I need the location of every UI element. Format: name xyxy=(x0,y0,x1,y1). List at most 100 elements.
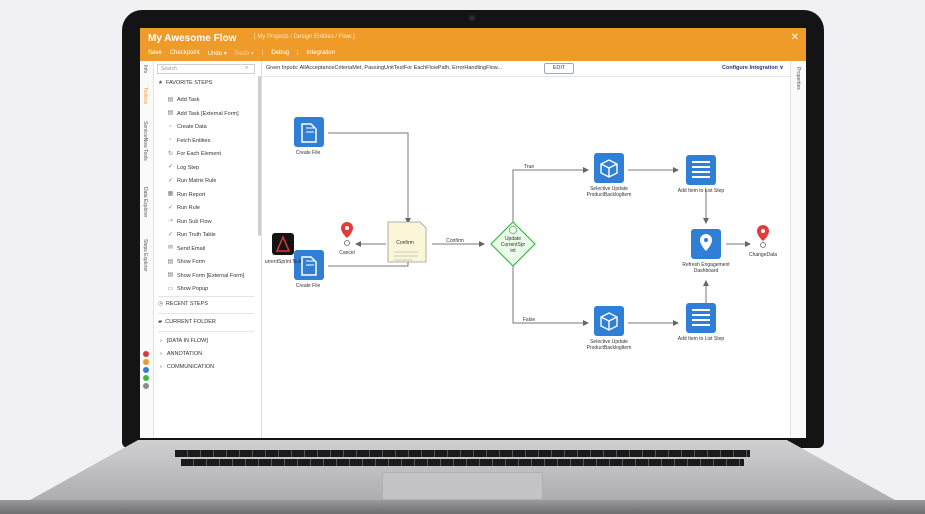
step-label: Run Sub Flow xyxy=(177,218,212,225)
mail-icon: ✉ xyxy=(167,245,174,251)
decision-label-3: int xyxy=(510,248,516,254)
step-label: Show Form [External Form] xyxy=(177,272,245,279)
app-title: My Awesome Flow xyxy=(148,33,237,44)
clock-icon: ◷ xyxy=(158,301,163,307)
create-file-node-top[interactable] xyxy=(294,117,324,147)
step-show-form-external[interactable]: ▤ Show Form [External Form] xyxy=(167,271,245,281)
current-sprint-null-node[interactable] xyxy=(272,233,294,255)
tab-steps-explorer[interactable]: Steps Explorer xyxy=(142,239,148,272)
search-icon[interactable] xyxy=(143,383,149,389)
selective-update-node-bottom[interactable] xyxy=(594,306,624,336)
category-annotation[interactable]: › ANNOTATION xyxy=(160,351,202,357)
category-label: COMMUNICATION xyxy=(166,364,215,370)
left-tab-strip: Info Toolbox ServiceNow Tools Data Explo… xyxy=(140,61,154,438)
step-for-each-element[interactable]: ↻ For Each Element xyxy=(167,149,221,159)
category-label: ANNOTATION xyxy=(166,351,203,357)
app-header: My Awesome Flow [ My Projects / Design E… xyxy=(140,28,806,61)
menu-divider: | xyxy=(261,50,264,56)
key-row xyxy=(181,459,744,466)
given-inputs: Given Inputs: AllAcceptanceCriteriaMet, … xyxy=(266,65,502,71)
folder-icon: ▰ xyxy=(158,319,163,325)
step-send-email[interactable]: ✉ Send Email xyxy=(167,244,205,254)
step-label: Add Task [External Form] xyxy=(177,110,239,117)
step-add-task-external[interactable]: ▤ Add Task [External Form] xyxy=(167,109,239,119)
chevron-right-icon: › xyxy=(160,364,162,370)
redo-button[interactable]: Redo ▾ xyxy=(235,50,254,57)
integration-button[interactable]: Integration xyxy=(307,50,335,57)
edit-button[interactable]: EDIT xyxy=(544,63,574,74)
warning-icon[interactable] xyxy=(143,359,149,365)
step-show-form[interactable]: ▤ Show Form xyxy=(167,257,205,267)
step-label: For Each Element xyxy=(177,151,222,157)
step-fetch-entities[interactable]: ▫ Fetch Entities xyxy=(167,136,210,146)
create-file-label-bottom: Create File xyxy=(295,283,321,289)
selective-update-node-top[interactable] xyxy=(594,153,624,183)
search-input[interactable]: Search xyxy=(157,64,255,74)
change-data-end-node[interactable] xyxy=(757,225,769,248)
recent-steps-label: RECENT STEPS xyxy=(165,301,208,307)
tab-properties[interactable]: Properties xyxy=(795,67,801,90)
connector xyxy=(512,266,589,326)
step-run-sub-flow[interactable]: ⇢ Run Sub Flow xyxy=(167,217,212,227)
current-folder-header[interactable]: ▰ CURRENT FOLDER xyxy=(158,319,216,325)
connector xyxy=(512,167,589,222)
breadcrumb[interactable]: [ My Projects / Design Entities / Flow ] xyxy=(254,34,355,40)
chevron-right-icon: › xyxy=(160,351,162,357)
info-icon[interactable] xyxy=(143,367,149,373)
divider xyxy=(158,313,254,314)
checkpoint-button[interactable]: Checkpoint xyxy=(170,50,200,57)
menu-divider: | xyxy=(297,50,299,56)
tab-servicenow-tools[interactable]: ServiceNow Tools xyxy=(142,121,148,161)
camera xyxy=(469,15,475,21)
search-icon[interactable]: ⌕ xyxy=(245,65,248,72)
trackpad xyxy=(382,472,543,500)
recent-steps-header[interactable]: ◷ RECENT STEPS xyxy=(158,301,208,307)
step-label: Send Email xyxy=(177,245,206,252)
step-run-truth-table[interactable]: ✓ Run Truth Table xyxy=(167,230,216,240)
false-branch-label: False xyxy=(522,317,536,323)
task-icon: ▤ xyxy=(167,110,174,116)
loop-icon: ↻ xyxy=(167,150,174,157)
tab-data-explorer[interactable]: Data Explorer xyxy=(142,187,148,218)
step-run-matrix-rule[interactable]: ✓ Run Matrix Rule xyxy=(167,176,216,186)
debug-button[interactable]: Debug xyxy=(271,50,289,57)
star-icon: ★ xyxy=(158,80,163,86)
flow-topbar: Given Inputs: AllAcceptanceCriteriaMet, … xyxy=(262,61,790,77)
save-button[interactable]: Save xyxy=(148,50,162,57)
task-icon: ▤ xyxy=(167,96,174,103)
step-log-step[interactable]: ✓ Log Step xyxy=(167,163,199,173)
tab-toolbox[interactable]: Toolbox xyxy=(142,87,148,104)
step-create-data[interactable]: ▫ Create Data xyxy=(167,122,206,132)
refresh-dashboard-node[interactable] xyxy=(691,229,721,259)
category-communication[interactable]: › COMMUNICATION xyxy=(160,364,214,370)
strip-icons xyxy=(143,351,151,391)
step-add-task[interactable]: ▤ Add Task xyxy=(167,95,200,105)
step-run-rule[interactable]: ✓ Run Rule xyxy=(167,203,200,213)
step-run-report[interactable]: ▦ Run Report xyxy=(167,190,205,200)
add-item-list-node-top[interactable] xyxy=(686,155,716,185)
alert-icon[interactable] xyxy=(143,351,149,357)
cancel-end-node[interactable] xyxy=(341,222,353,246)
category-data-in-flow[interactable]: › [DATA IN FLOW] xyxy=(160,338,208,344)
flow-canvas[interactable]: Create File Create File urrentSprint Nul… xyxy=(262,77,790,438)
flow-diagram xyxy=(272,117,769,336)
close-icon[interactable]: ✕ xyxy=(791,32,799,43)
add-list-bottom-label: Add Item to List Step xyxy=(677,336,725,342)
report-icon: ▦ xyxy=(167,191,174,197)
add-item-list-node-bottom[interactable] xyxy=(686,303,716,333)
tab-info[interactable]: Info xyxy=(142,65,148,73)
confirm-document-label: Confirm xyxy=(396,240,414,246)
document-icon: ▫ xyxy=(169,123,172,130)
add-list-top-label: Add Item to List Step xyxy=(677,188,725,194)
favorite-steps-header[interactable]: ★ FAVORITE STEPS xyxy=(158,80,212,86)
cancel-label: Cancel xyxy=(339,250,355,256)
chevron-right-icon: › xyxy=(160,338,162,344)
create-file-node-bottom[interactable] xyxy=(294,250,324,280)
undo-button[interactable]: Undo ▾ xyxy=(208,50,227,57)
subflow-icon: ⇢ xyxy=(167,218,174,224)
toolbox-scrollbar[interactable] xyxy=(258,76,261,236)
step-show-popup[interactable]: ▭ Show Popup xyxy=(167,284,209,294)
success-icon[interactable] xyxy=(143,375,149,381)
configure-integration-button[interactable]: Configure Integration ∨ xyxy=(722,65,783,71)
undo-label: Undo xyxy=(207,51,223,57)
